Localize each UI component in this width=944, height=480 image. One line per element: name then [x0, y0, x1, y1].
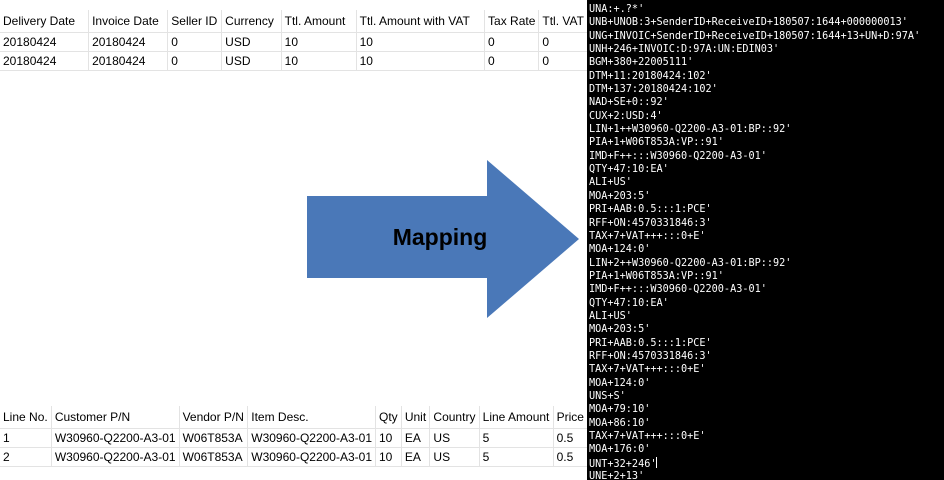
edifact-segment-line: PRI+AAB:0.5:::1:PCE': [589, 337, 712, 349]
edifact-segment-line: PIA+1+W06T853A:VP::91': [589, 137, 724, 149]
edifact-segment-line: MOA+124:0': [589, 244, 651, 256]
lines-table-column-header[interactable]: Qty: [375, 406, 402, 429]
lines-table-cell[interactable]: EA: [401, 428, 431, 448]
edifact-segment-line: UNB+UNOB:3+SenderID+ReceiveID+180507:164…: [589, 17, 908, 29]
edifact-segment-line: ALI+US': [589, 177, 632, 189]
edifact-segment-line: MOA+124:0': [589, 377, 651, 389]
header-table-cell[interactable]: 10: [281, 51, 357, 71]
header-table-cell[interactable]: USD: [221, 51, 282, 71]
table-row: 20180424 20180424 0 USD 10 10 0 0: [0, 51, 588, 71]
invoice-lines-spreadsheet: Line No. Customer P/N Vendor P/N Item Desc.…: [0, 406, 589, 467]
lines-table-column-header[interactable]: Line Amount: [479, 406, 554, 429]
edifact-segment-line: ALI+US': [589, 310, 632, 322]
edifact-segment-line: DTM+137:20180424:102': [589, 84, 718, 96]
lines-table-cell[interactable]: W30960-Q2200-A3-01: [51, 447, 180, 467]
edifact-segment-line: MOA+86:10': [589, 417, 651, 429]
lines-table-cell[interactable]: 1: [0, 428, 52, 448]
edifact-segment-line: QTY+47:10:EA': [589, 164, 669, 176]
header-table-cell[interactable]: 20180424: [0, 32, 90, 52]
header-table-cell[interactable]: 0: [538, 51, 588, 71]
lines-table-cell[interactable]: 10: [375, 428, 402, 448]
lines-table-cell[interactable]: 0.5: [553, 428, 589, 448]
header-table-column-header[interactable]: Ttl. Amount with VAT: [356, 10, 486, 33]
header-table-cell[interactable]: 0: [484, 32, 540, 52]
edifact-segment-line: PRI+AAB:0.5:::1:PCE': [589, 204, 712, 216]
text-cursor: [656, 456, 658, 468]
edifact-segment-line: IMD+F++:::W30960-Q2200-A3-01': [589, 284, 767, 296]
header-table-cell[interactable]: 10: [356, 51, 486, 71]
lines-table-cell[interactable]: 2: [0, 447, 52, 467]
table-row: 1 W30960-Q2200-A3-01 W06T853A W30960-Q2200-…: [0, 428, 589, 448]
header-table-column-header[interactable]: Ttl. Amount: [281, 10, 357, 33]
edifact-segment-line: TAX+7+VAT+++:::0+E': [589, 364, 706, 376]
lines-table-column-header[interactable]: Vendor P/N: [179, 406, 249, 429]
header-table-cell[interactable]: 0: [167, 32, 223, 52]
edifact-segment-line: IMD+F++:::W30960-Q2200-A3-01': [589, 150, 767, 162]
lines-table-column-header[interactable]: Country: [429, 406, 480, 429]
lines-table-cell[interactable]: EA: [401, 447, 431, 467]
lines-table-cell[interactable]: W30960-Q2200-A3-01: [51, 428, 180, 448]
edifact-segment-line: TAX+7+VAT+++:::0+E': [589, 230, 706, 242]
lines-table-column-header[interactable]: Price: [553, 406, 589, 429]
edifact-segment-line: BGM+380+22005111': [589, 57, 694, 69]
header-table-column-header[interactable]: Delivery Date: [0, 10, 90, 33]
edifact-segment-line: MOA+79:10': [589, 404, 651, 416]
edifact-segment-line: DTM+11:20180424:102': [589, 70, 712, 82]
edifact-segment-line: TAX+7+VAT+++:::0+E': [589, 431, 706, 442]
lines-table-cell[interactable]: 10: [375, 447, 402, 467]
header-table-column-header[interactable]: Tax Rate: [484, 10, 540, 33]
lines-table-cell[interactable]: US: [429, 428, 480, 448]
table-row: 20180424 20180424 0 USD 10 10 0 0: [0, 32, 588, 52]
edifact-segment-line: NAD+SE+0::92': [589, 97, 669, 109]
edifact-segment-line: RFF+ON:4570331846:3': [589, 217, 712, 229]
edifact-segment-line: UNE+2+13': [589, 471, 645, 480]
lines-table-cell[interactable]: US: [429, 447, 480, 467]
invoice-header-spreadsheet: Delivery Date Invoice Date Seller ID Curren…: [0, 10, 588, 71]
edifact-segment-line: MOA+176:0': [589, 444, 651, 456]
edifact-segment-line: CUX+2:USD:4': [589, 110, 663, 122]
mapping-label: Mapping: [392, 224, 488, 250]
lines-table-cell[interactable]: W06T853A: [179, 447, 249, 467]
header-table-cell[interactable]: 20180424: [88, 51, 169, 71]
lines-table-column-header[interactable]: Customer P/N: [51, 406, 180, 429]
edifact-segment-line: RFF+ON:4570331846:3': [589, 350, 712, 362]
edifact-segment-line: UNA:+.?*': [589, 4, 645, 15]
edifact-segment-line: MOA+203:5': [589, 190, 651, 202]
table-row: 2 W30960-Q2200-A3-01 W06T853A W30960-Q2200-…: [0, 447, 589, 467]
header-table-cell[interactable]: 0: [484, 51, 540, 71]
edifact-segment-line: LIN+2++W30960-Q2200-A3-01:BP::92': [589, 257, 792, 269]
edifact-segment-line: UNT+32+246': [589, 456, 658, 470]
edifact-segment-line: UNS+S': [589, 390, 626, 402]
edifact-segment-line: UNG+INVOIC+SenderID+ReceiveID+180507:164…: [589, 30, 921, 42]
edifact-segment-line: QTY+47:10:EA': [589, 297, 669, 309]
lines-table-header-row: Line No. Customer P/N Vendor P/N Item Desc.…: [0, 406, 589, 429]
edifact-segment-line: MOA+203:5': [589, 324, 651, 336]
lines-table-column-header[interactable]: Line No.: [0, 406, 52, 429]
header-table-cell[interactable]: USD: [221, 32, 282, 52]
lines-table-column-header[interactable]: Unit: [401, 406, 431, 429]
edifact-output-terminal[interactable]: UNA:+.?*' UNB+UNOB:3+SenderID+ReceiveID+1…: [587, 0, 944, 480]
edifact-segment-line: LIN+1++W30960-Q2200-A3-01:BP::92': [589, 124, 792, 136]
header-table-cell[interactable]: 0: [538, 32, 588, 52]
header-table-cell[interactable]: 20180424: [0, 51, 90, 71]
edifact-segment-line: UNH+246+INVOIC:D:97A:UN:EDIN03': [589, 44, 780, 56]
header-table-column-header[interactable]: Ttl. VAT: [538, 10, 588, 33]
header-table-column-header[interactable]: Seller ID: [167, 10, 223, 33]
lines-table-cell[interactable]: W30960-Q2200-A3-01: [247, 447, 376, 467]
lines-table-cell[interactable]: 5: [479, 428, 554, 448]
lines-table-cell[interactable]: W06T853A: [179, 428, 249, 448]
edifact-text: UNA:+.?*' UNB+UNOB:3+SenderID+ReceiveID+1…: [587, 0, 944, 480]
header-table-cell[interactable]: 0: [167, 51, 223, 71]
header-table-column-header[interactable]: Currency: [221, 10, 282, 33]
lines-table-column-header[interactable]: Item Desc.: [247, 406, 376, 429]
lines-table-cell[interactable]: W30960-Q2200-A3-01: [247, 428, 376, 448]
header-table-header-row: Delivery Date Invoice Date Seller ID Curren…: [0, 10, 588, 33]
lines-table-cell[interactable]: 0.5: [553, 447, 589, 467]
header-table-cell[interactable]: 10: [281, 32, 357, 52]
lines-table-cell[interactable]: 5: [479, 447, 554, 467]
header-table-cell[interactable]: 10: [356, 32, 486, 52]
header-table-column-header[interactable]: Invoice Date: [88, 10, 169, 33]
header-table-cell[interactable]: 20180424: [88, 32, 169, 52]
edifact-segment-line: PIA+1+W06T853A:VP::91': [589, 270, 724, 282]
